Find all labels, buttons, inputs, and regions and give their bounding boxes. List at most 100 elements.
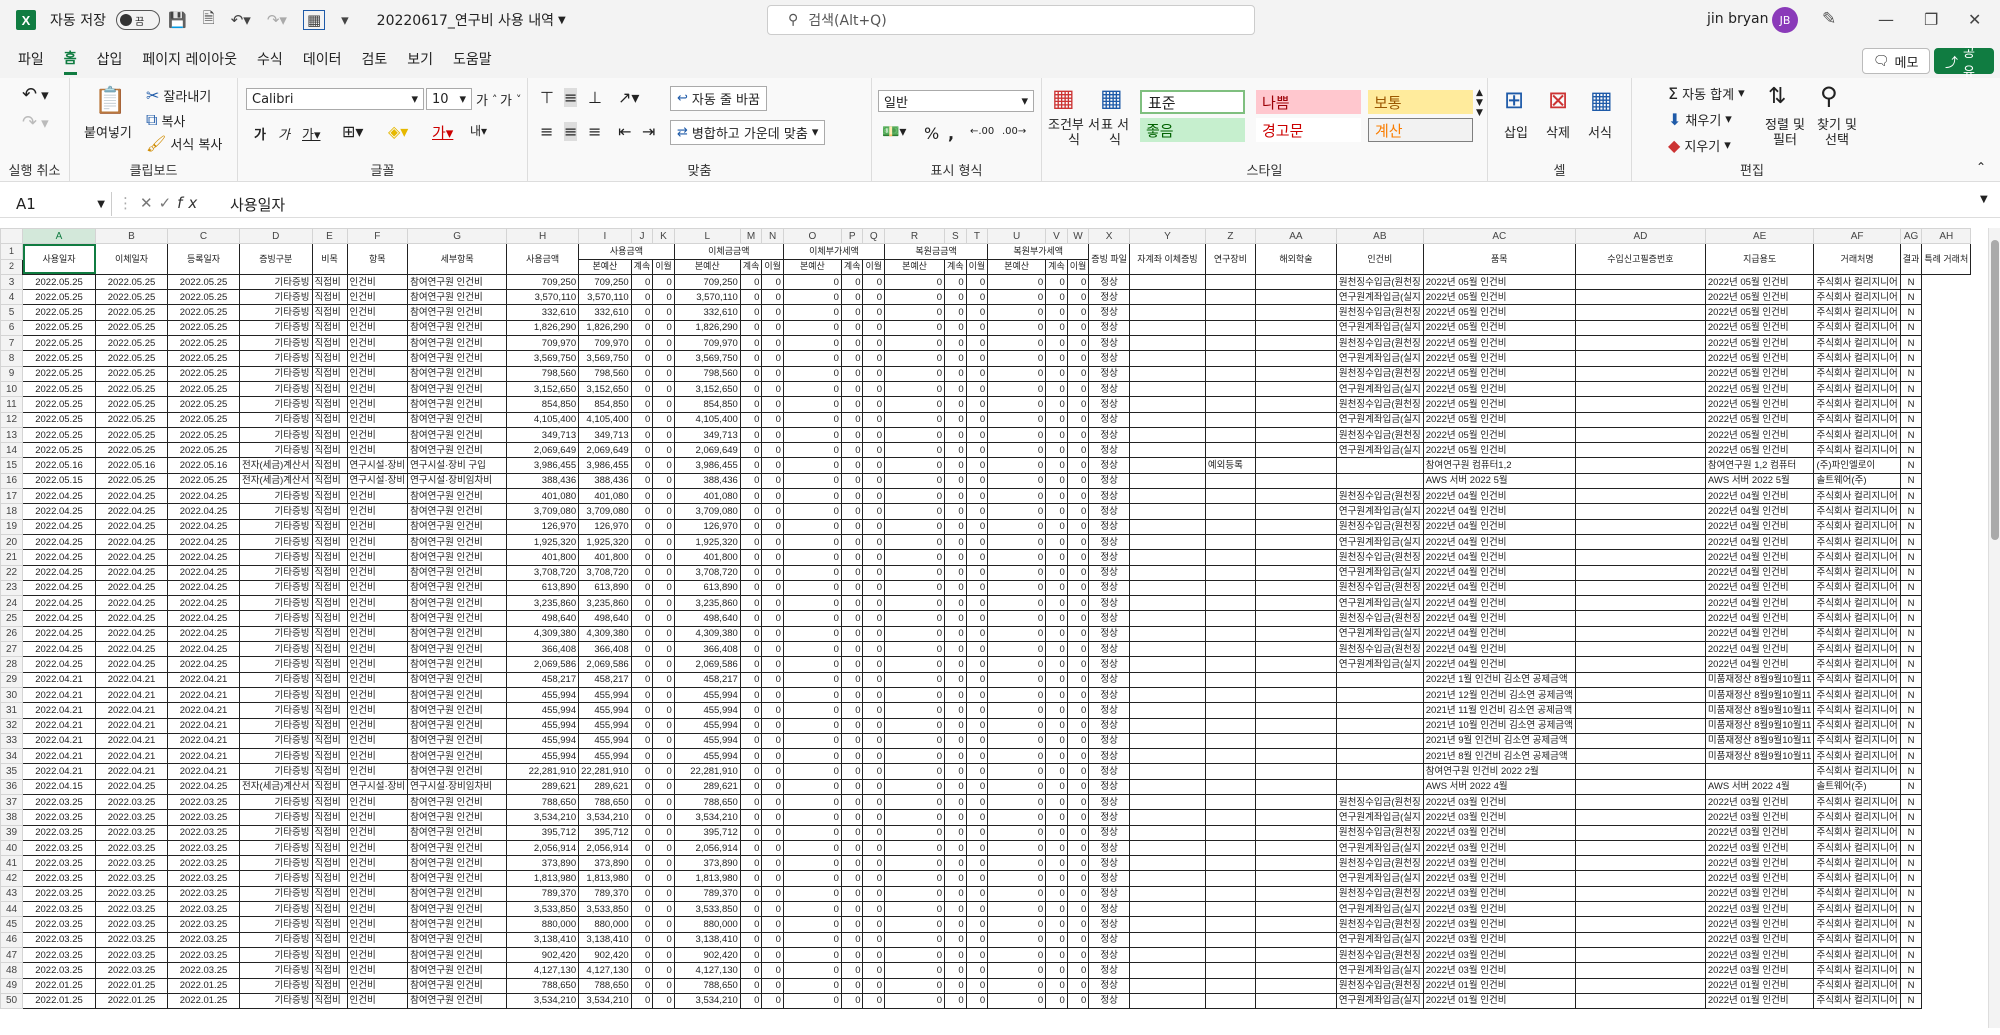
table-cell[interactable]: 0 [739,273,763,291]
table-cell[interactable] [1574,793,1706,811]
table-cell[interactable]: 정상 [1088,839,1130,857]
table-cell[interactable]: 0 [782,411,842,428]
table-cell[interactable]: 0 [1045,289,1068,306]
table-cell[interactable]: 0 [862,304,886,321]
table-cell[interactable]: 0 [761,426,784,444]
row-header[interactable]: 20 [0,533,23,551]
table-cell[interactable]: 3,138,410 [506,931,580,948]
table-cell[interactable]: 2022.04.21 [167,717,240,734]
table-cell[interactable]: 1,813,980 [673,870,741,887]
table-cell[interactable] [1254,885,1337,903]
table-cell[interactable]: 0 [739,625,763,643]
table-cell[interactable]: 0 [1045,763,1068,780]
table-cell[interactable]: 0 [782,793,842,811]
table-cell[interactable] [1254,488,1337,505]
table-cell[interactable]: 2022.04.21 [22,732,96,750]
table-cell[interactable]: 2022.03.25 [22,793,96,811]
table-cell[interactable]: 0 [884,472,946,490]
table-cell[interactable]: 0 [1045,380,1068,398]
table-cell[interactable]: 직접비 [311,885,348,903]
table-cell[interactable]: 2022.05.25 [22,365,96,382]
table-cell[interactable]: 기타증빙 [239,488,313,505]
table-cell[interactable]: 0 [965,946,989,964]
table-cell[interactable] [1204,839,1256,857]
table-cell[interactable]: 기타증빙 [239,289,313,306]
table-cell[interactable]: 0 [944,457,967,474]
table-cell[interactable]: 401,800 [578,549,632,566]
table-cell[interactable]: 0 [652,901,675,918]
row-header[interactable]: 10 [0,380,23,398]
table-cell[interactable]: 기타증빙 [239,916,313,933]
table-cell[interactable]: 연구원계좌입금(실지 [1335,931,1424,948]
table-cell[interactable]: 0 [761,579,784,597]
row-header[interactable]: 47 [0,946,23,964]
column-header[interactable]: AH [1921,228,1972,245]
table-cell[interactable]: 0 [1045,885,1068,903]
table-cell[interactable]: 401,080 [578,488,632,505]
table-cell[interactable] [1335,748,1424,765]
table-cell[interactable]: 2022.03.25 [95,916,168,933]
table-cell[interactable]: 예외등록 [1204,457,1256,474]
table-cell[interactable]: 0 [1045,273,1068,291]
table-cell[interactable]: 원천징수입금(원천징 [1335,824,1424,841]
table-cell[interactable] [1574,824,1706,841]
table-cell[interactable]: 0 [884,855,946,872]
table-cell[interactable]: 455,994 [506,748,580,765]
table-cell[interactable]: N [1899,595,1923,612]
table-cell[interactable]: 0 [840,946,864,964]
table-cell[interactable]: 0 [965,977,989,994]
table-cell[interactable] [1574,962,1706,979]
table-cell[interactable]: 0 [862,426,886,444]
table-cell[interactable]: N [1899,610,1923,627]
table-cell[interactable]: 3,569,750 [578,350,632,367]
table-cell[interactable]: 연구원계좌입금(실지 [1335,595,1424,612]
table-cell[interactable] [1128,901,1206,918]
table-cell[interactable]: 0 [987,885,1047,903]
table-cell[interactable]: 0 [965,273,989,291]
table-cell[interactable]: 0 [782,365,842,382]
table-cell[interactable]: 0 [1066,901,1090,918]
table-cell[interactable]: 0 [965,962,989,979]
table-cell[interactable]: 미품재정산 8월9월10월11 [1704,702,1815,719]
table-cell[interactable]: 연구원계좌입금(실지 [1335,992,1424,1010]
table-cell[interactable]: 원천징수입금(원천징 [1335,365,1424,382]
table-cell[interactable]: 0 [652,442,675,459]
table-cell[interactable]: 0 [944,503,967,520]
table-cell[interactable]: 주식회사 컬리지니어 [1813,977,1901,994]
table-cell[interactable]: 2022년 04월 인건비 [1704,641,1815,658]
table-cell[interactable]: 0 [630,625,654,643]
table-cell[interactable]: 기타증빙 [239,870,313,887]
table-cell[interactable]: 전자(세금)계산서 [239,778,313,795]
table-cell[interactable]: 주식회사 컬리지니어 [1813,518,1901,535]
table-cell[interactable] [1254,916,1337,933]
table-cell[interactable]: 기타증빙 [239,992,313,1010]
table-cell[interactable]: 0 [739,411,763,428]
table-cell[interactable] [1574,916,1706,933]
table-cell[interactable] [1204,533,1256,551]
table-cell[interactable] [1254,289,1337,306]
table-cell[interactable]: 인건비 [346,533,409,551]
table-cell[interactable] [1204,977,1256,994]
table-cell[interactable]: 직접비 [311,793,348,811]
table-cell[interactable]: N [1899,396,1923,413]
table-cell[interactable]: 2022.05.16 [167,457,240,474]
table-cell[interactable]: 2022년 05월 인건비 [1704,304,1815,321]
table-cell[interactable]: 0 [987,671,1047,688]
table-cell[interactable]: 401,080 [673,488,741,505]
table-cell[interactable]: 401,800 [506,549,580,566]
row-header[interactable]: 32 [0,717,23,734]
table-cell[interactable]: 0 [987,319,1047,337]
table-cell[interactable] [1574,702,1706,719]
table-cell[interactable]: 0 [987,273,1047,291]
table-cell[interactable]: 0 [884,885,946,903]
table-cell[interactable]: 789,370 [673,885,741,903]
table-cell[interactable]: 0 [652,793,675,811]
table-cell[interactable]: 참여연구원 인건비 [407,977,508,994]
table-cell[interactable]: 참여연구원 인건비 [407,992,508,1010]
table-cell[interactable]: 0 [782,518,842,535]
row-header[interactable]: 27 [0,641,23,658]
menu-insert[interactable]: 삽입 [97,45,123,73]
table-cell[interactable] [1204,396,1256,413]
table-cell[interactable]: 0 [987,533,1047,551]
table-cell[interactable]: 0 [840,641,864,658]
